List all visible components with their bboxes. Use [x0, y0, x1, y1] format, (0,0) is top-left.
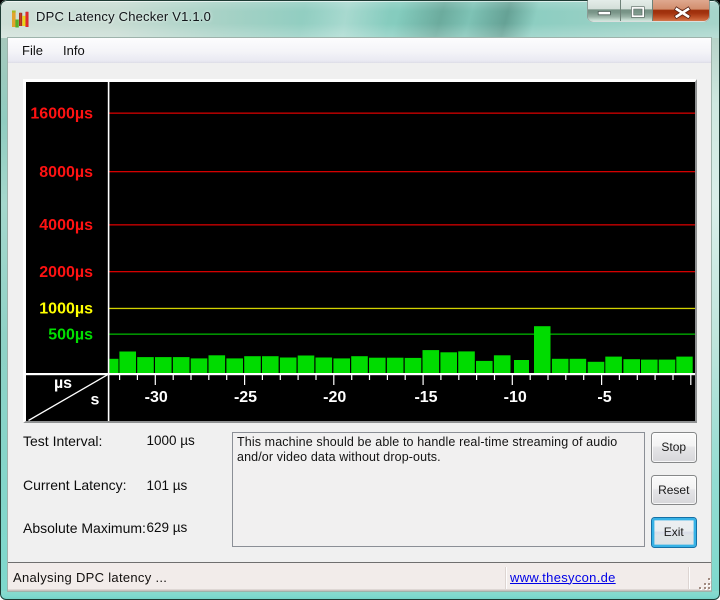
svg-text:-20: -20: [323, 389, 346, 406]
svg-text:-5: -5: [597, 389, 611, 406]
svg-text:4000µs: 4000µs: [39, 217, 93, 234]
svg-text:16000µs: 16000µs: [30, 105, 93, 122]
svg-text:s: s: [91, 392, 100, 409]
svg-text:2000µs: 2000µs: [39, 264, 93, 281]
svg-text:-30: -30: [145, 389, 168, 406]
svg-text:-10: -10: [504, 389, 527, 406]
svg-text:-25: -25: [234, 389, 257, 406]
svg-text:8000µs: 8000µs: [39, 164, 93, 181]
svg-text:-15: -15: [414, 389, 437, 406]
svg-text:500µs: 500µs: [48, 326, 93, 343]
svg-text:1000µs: 1000µs: [39, 301, 93, 318]
svg-text:µs: µs: [54, 375, 72, 392]
